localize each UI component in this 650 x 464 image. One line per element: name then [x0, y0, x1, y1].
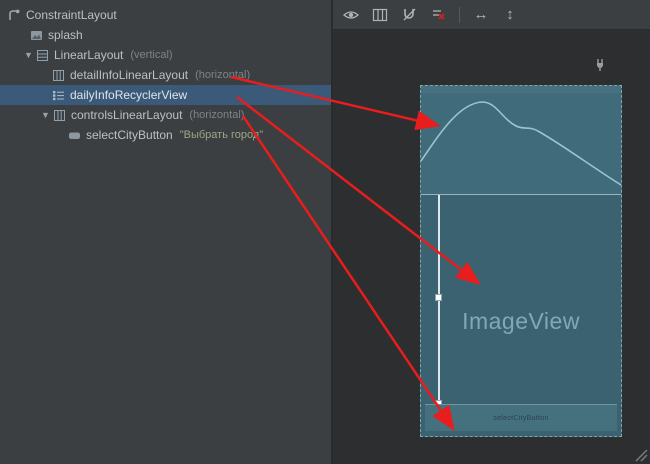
tree-item-label: LinearLayout	[54, 48, 123, 62]
tree-item-label: splash	[48, 28, 83, 42]
swap-vertical-icon[interactable]: ↕	[500, 5, 520, 25]
tree-item-linearlayout[interactable]: ▼ LinearLayout (vertical)	[0, 45, 331, 65]
tree-item-controlslinearlayout[interactable]: ▼ controlsLinearLayout (horizontal)	[0, 105, 331, 125]
linear-layout-vertical-icon	[35, 48, 49, 62]
recycler-selection-top-edge	[421, 194, 621, 195]
button-icon	[67, 128, 81, 142]
tree-item-detailinfolinearlayout[interactable]: detailInfoLinearLayout (horizontal)	[0, 65, 331, 85]
tree-item-splash[interactable]: splash	[0, 25, 331, 45]
view-options-icon[interactable]	[370, 5, 390, 25]
tree-item-label: dailyInfoRecyclerView	[70, 88, 187, 102]
resize-grip-icon[interactable]	[630, 444, 648, 462]
recycler-view-icon	[51, 88, 65, 102]
eye-icon[interactable]	[341, 5, 361, 25]
tree-item-label: detailInfoLinearLayout	[70, 68, 188, 82]
layout-editor-window: ConstraintLayout splash ▼ LinearLayout (…	[0, 0, 650, 464]
magnet-off-icon[interactable]	[399, 5, 419, 25]
imageview-placeholder[interactable]: ImageView	[421, 308, 621, 335]
tree-item-meta: (vertical)	[130, 49, 172, 61]
device-preview[interactable]: ImageView selectCityButton	[420, 85, 622, 437]
tree-item-meta: (horizontal)	[189, 109, 244, 121]
tree-item-label: controlsLinearLayout	[71, 108, 182, 122]
plug-icon[interactable]	[594, 58, 606, 72]
tree-item-label: selectCityButton	[86, 128, 173, 142]
selection-handle-middle[interactable]	[435, 294, 442, 301]
clear-constraints-icon[interactable]	[428, 5, 448, 25]
tree-item-constraintlayout[interactable]: ConstraintLayout	[0, 5, 331, 25]
component-tree-panel: ConstraintLayout splash ▼ LinearLayout (…	[0, 0, 331, 464]
tree-item-dailyinforecyclerview[interactable]: dailyInfoRecyclerView	[0, 85, 331, 105]
tree-item-selectcitybutton[interactable]: selectCityButton "Выбрать город"	[0, 125, 331, 145]
chevron-down-icon[interactable]: ▼	[22, 50, 35, 60]
chevron-down-icon[interactable]: ▼	[39, 110, 52, 120]
tree-item-meta: (horizontal)	[195, 69, 250, 81]
tree-item-label: ConstraintLayout	[26, 8, 117, 22]
detail-info-chart-region[interactable]	[421, 93, 621, 195]
design-surface: ↔ ↕ ImageView selectCityButton	[333, 0, 650, 464]
select-city-button-preview[interactable]: selectCityButton	[493, 415, 548, 422]
constraint-layout-icon	[7, 8, 21, 22]
tree-item-string-value: "Выбрать город"	[180, 129, 263, 141]
controls-bar-region[interactable]: selectCityButton	[425, 404, 617, 431]
chart-curve	[421, 93, 621, 194]
design-toolbar: ↔ ↕	[333, 0, 650, 30]
device-status-bar	[421, 86, 621, 93]
toolbar-separator	[459, 7, 460, 23]
swap-horizontal-icon[interactable]: ↔	[471, 5, 491, 25]
image-icon	[29, 28, 43, 42]
linear-layout-horizontal-icon	[52, 108, 66, 122]
linear-layout-horizontal-icon	[51, 68, 65, 82]
